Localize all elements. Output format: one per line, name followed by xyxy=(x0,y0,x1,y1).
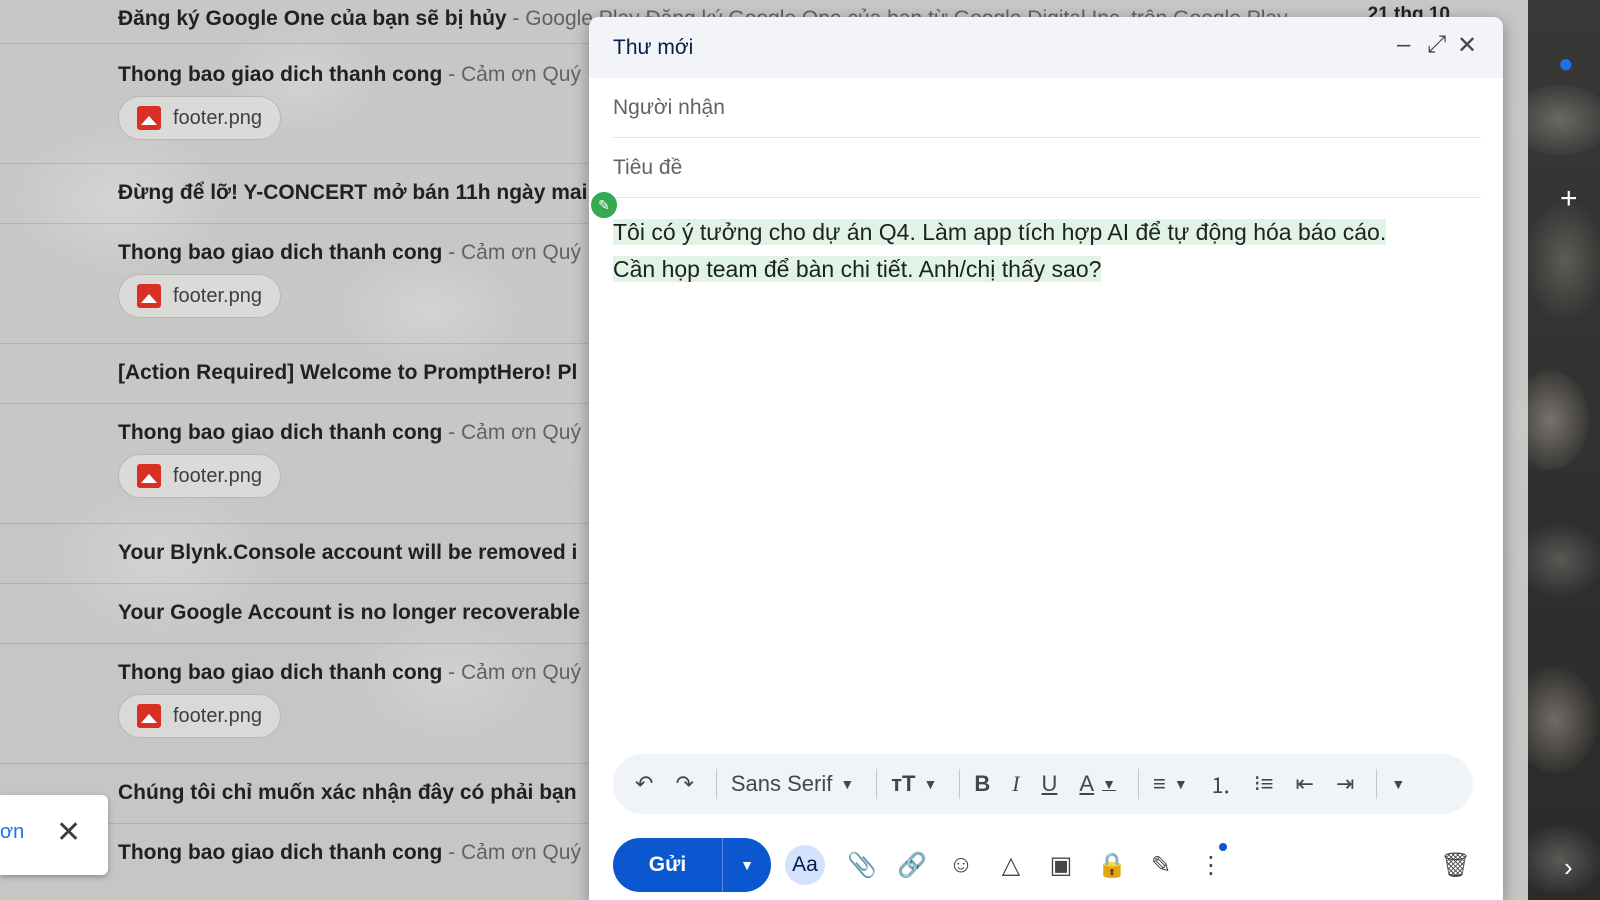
indent-less-icon[interactable]: ⇤ xyxy=(1296,771,1314,797)
email-subject: Thong bao giao dich thanh cong xyxy=(118,241,443,264)
image-icon xyxy=(137,464,161,488)
image-icon xyxy=(137,106,161,130)
email-subject: Your Google Account is no longer recover… xyxy=(118,601,581,624)
message-body[interactable]: Tôi có ý tưởng cho dự án Q4. Làm app tíc… xyxy=(613,214,1473,288)
attachment-chip[interactable]: footer.png xyxy=(118,274,281,318)
send-button-group: Gửi ▼ xyxy=(613,838,771,892)
image-icon xyxy=(137,704,161,728)
email-subject: Chúng tôi chỉ muốn xác nhận đây có phải … xyxy=(118,781,577,804)
expand-icon[interactable]: ⤢ xyxy=(1427,31,1446,59)
divider xyxy=(1376,769,1378,799)
chevron-down-icon: ▼ xyxy=(840,776,855,792)
email-subject: Thong bao giao dich thanh cong xyxy=(118,841,443,864)
body-line: Cần họp team để bàn chi tiết. Anh/chị th… xyxy=(613,256,1102,282)
attachment-name: footer.png xyxy=(173,284,262,307)
trash-icon[interactable]: 🗑 xyxy=(1441,851,1471,880)
redo-icon[interactable]: ↷ xyxy=(675,771,693,797)
numbered-list-icon[interactable]: ⒈ xyxy=(1210,768,1232,800)
attachment-name: footer.png xyxy=(173,106,262,129)
drive-icon[interactable]: △ xyxy=(997,851,1025,880)
send-button[interactable]: Gửi xyxy=(613,838,723,892)
underline-icon[interactable]: U xyxy=(1042,771,1058,797)
indent-more-icon[interactable]: ⇥ xyxy=(1336,771,1354,797)
email-subject: Đăng ký Google One của bạn sẽ bị hủy xyxy=(118,7,507,30)
divider xyxy=(959,769,961,799)
attachment-chip[interactable]: footer.png xyxy=(118,454,281,498)
email-subject: Đừng để lỡ! Y-CONCERT mở bán 11h ngày ma… xyxy=(118,181,588,204)
email-subject: Thong bao giao dich thanh cong xyxy=(118,63,443,86)
photo-icon[interactable]: ▣ xyxy=(1047,851,1075,880)
send-options-icon[interactable]: ▼ xyxy=(723,838,771,892)
divider xyxy=(715,769,717,799)
email-snippet: - Cảm ơn Quý xyxy=(442,241,581,264)
image-icon xyxy=(137,284,161,308)
chevron-right-icon[interactable]: › xyxy=(1564,852,1573,883)
divider xyxy=(1137,769,1139,799)
snackbar: ơn ✕ xyxy=(0,795,108,875)
text-color-icon[interactable]: A ▼ xyxy=(1079,771,1116,797)
right-side-panel: ● + › xyxy=(1528,0,1600,900)
close-icon[interactable]: ✕ xyxy=(1457,31,1477,60)
more-options-icon[interactable]: ⋮ xyxy=(1197,851,1225,880)
bold-icon[interactable]: B xyxy=(974,771,990,797)
attachment-name: footer.png xyxy=(173,704,262,727)
more-formatting-icon[interactable]: ▼ xyxy=(1391,776,1405,792)
attachment-name: footer.png xyxy=(173,464,262,487)
snackbar-text[interactable]: ơn xyxy=(0,821,24,844)
attachment-chip[interactable]: footer.png xyxy=(118,96,281,140)
italic-icon[interactable]: I xyxy=(1012,771,1019,797)
undo-icon[interactable]: ↶ xyxy=(635,771,653,797)
compose-window: Thư mới – ⤢ ✕ Người nhận Tiêu đề Tôi có … xyxy=(589,17,1503,900)
email-snippet: - Cảm ơn Quý xyxy=(442,421,581,444)
link-icon[interactable]: 🔗 xyxy=(897,851,927,880)
font-size-icon[interactable]: тT ▼ xyxy=(891,771,937,797)
align-icon[interactable]: ≡ ▼ xyxy=(1153,771,1188,797)
signature-icon[interactable]: ✎ xyxy=(1147,851,1175,880)
formatting-toggle-button[interactable]: Aa xyxy=(785,845,825,885)
formatting-toolbar: ↶ ↷ Sans Serif ▼ тT ▼ B I U A ▼ ≡ ▼ ⒈ ⁝≡ ⇤ ⇥… xyxy=(613,754,1473,814)
subject-field[interactable]: Tiêu đề xyxy=(613,138,1481,198)
emoji-icon[interactable]: ☺ xyxy=(947,851,975,879)
email-snippet: - Cảm ơn Quý xyxy=(442,661,581,684)
recipients-field[interactable]: Người nhận xyxy=(613,78,1481,138)
cursor-badge-icon: ✎ xyxy=(589,190,619,220)
font-select[interactable]: Sans Serif ▼ xyxy=(731,771,854,797)
attachment-chip[interactable]: footer.png xyxy=(118,694,281,738)
email-subject: Thong bao giao dich thanh cong xyxy=(118,421,443,444)
notification-dot xyxy=(1219,843,1227,851)
add-icon[interactable]: + xyxy=(1560,182,1578,216)
divider xyxy=(876,769,878,799)
confidential-icon[interactable]: 🔒 xyxy=(1097,851,1127,880)
email-subject: Your Blynk.Console account will be remov… xyxy=(118,541,578,564)
close-icon[interactable]: ✕ xyxy=(56,815,81,850)
email-subject: [Action Required] Welcome to PromptHero!… xyxy=(118,361,578,384)
contacts-icon[interactable]: ● xyxy=(1558,48,1574,79)
attach-icon[interactable]: 📎 xyxy=(847,851,877,880)
font-name: Sans Serif xyxy=(730,771,833,796)
email-subject: Thong bao giao dich thanh cong xyxy=(118,661,443,684)
bulleted-list-icon[interactable]: ⁝≡ xyxy=(1254,771,1274,797)
email-snippet: - Cảm ơn Quý xyxy=(442,841,581,864)
body-line: Tôi có ý tưởng cho dự án Q4. Làm app tíc… xyxy=(613,219,1387,245)
minimize-icon[interactable]: – xyxy=(1397,31,1410,59)
email-snippet: - Cảm ơn Quý xyxy=(442,63,581,86)
compose-title: Thư mới xyxy=(613,35,694,59)
compose-actions: Gửi ▼ Aa 📎 🔗 ☺ △ ▣ 🔒 ✎ ⋮ 🗑 xyxy=(613,837,1481,893)
compose-header[interactable]: Thư mới – ⤢ ✕ xyxy=(589,17,1503,78)
